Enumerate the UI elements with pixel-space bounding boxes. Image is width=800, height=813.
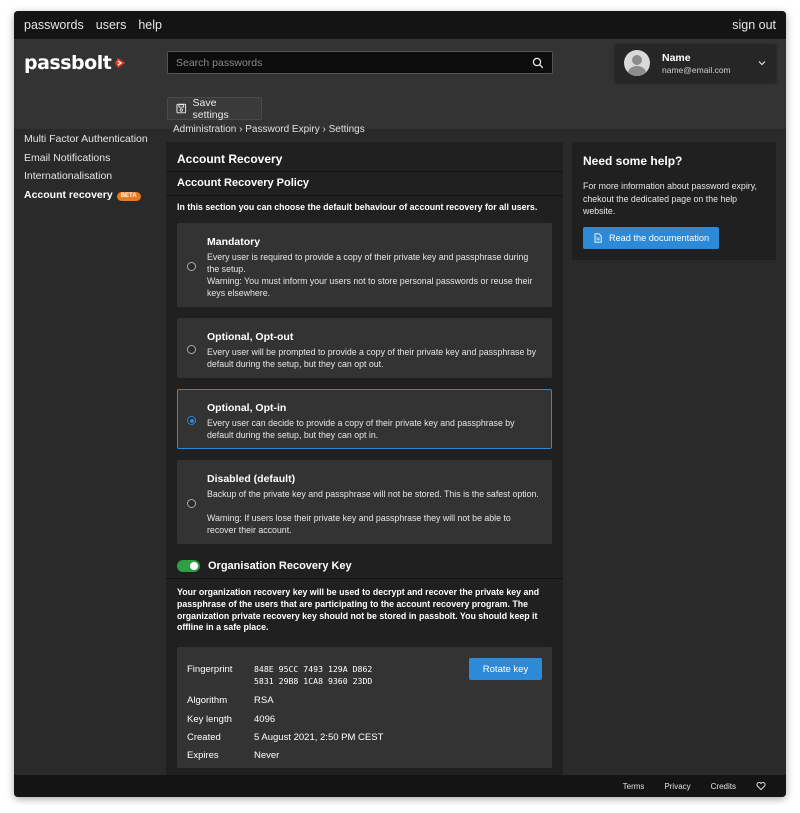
- chevron-down-icon[interactable]: [757, 58, 767, 68]
- option-description: Backup of the private key and passphrase…: [207, 489, 539, 499]
- sidebar-item-mfa[interactable]: Multi Factor Authentication: [24, 130, 164, 149]
- algorithm-value: RSA: [254, 695, 274, 706]
- option-warning: Warning: If users lose their private key…: [207, 513, 511, 535]
- option-mandatory[interactable]: Mandatory Every user is required to prov…: [177, 223, 552, 307]
- beta-badge: BETA: [116, 191, 141, 201]
- breadcrumb: Administration › Password Expiry › Setti…: [173, 124, 365, 135]
- help-title: Need some help?: [583, 154, 683, 168]
- footer-privacy-link[interactable]: Privacy: [664, 782, 690, 791]
- search-icon[interactable]: [532, 57, 544, 69]
- logo[interactable]: passbolt: [24, 52, 126, 74]
- save-settings-label: Save settings: [192, 96, 229, 121]
- read-documentation-button[interactable]: Read the documentation: [583, 227, 719, 249]
- policy-title: Account Recovery Policy: [177, 177, 310, 189]
- option-opt-out[interactable]: Optional, Opt-out Every user will be pro…: [177, 318, 552, 378]
- nav-users-link[interactable]: users: [96, 18, 127, 32]
- user-profile-dropdown[interactable]: Name name@email.com: [615, 44, 776, 82]
- admin-sidebar: Multi Factor Authentication Email Notifi…: [24, 130, 164, 204]
- nav-passwords-link[interactable]: passwords: [24, 18, 84, 32]
- page-title: Account Recovery: [177, 152, 283, 166]
- key-length-value: 4096: [254, 714, 276, 725]
- option-title: Disabled (default): [207, 473, 296, 485]
- save-settings-button[interactable]: Save settings: [167, 96, 262, 121]
- option-title: Optional, Opt-in: [207, 402, 287, 414]
- top-navigation: passwords users help sign out: [14, 11, 786, 39]
- radio-mandatory[interactable]: [187, 262, 196, 271]
- footer-terms-link[interactable]: Terms: [623, 782, 645, 791]
- policy-intro: In this section you can choose the defau…: [177, 202, 538, 212]
- search-input[interactable]: [176, 56, 532, 69]
- sidebar-item-internationalisation[interactable]: Internationalisation: [24, 167, 164, 186]
- option-title: Optional, Opt-out: [207, 331, 294, 343]
- footer: Terms Privacy Credits: [14, 775, 786, 797]
- option-opt-in[interactable]: Optional, Opt-in Every user can decide t…: [177, 389, 552, 449]
- radio-opt-out[interactable]: [187, 345, 196, 354]
- org-key-details: Fingerprint 848E 95CC 7493 129A D862 583…: [177, 647, 552, 768]
- account-recovery-panel: Account Recovery Account Recovery Policy…: [166, 142, 563, 775]
- fingerprint-label: Fingerprint: [187, 664, 233, 675]
- avatar: [624, 50, 650, 76]
- radio-opt-in[interactable]: [187, 416, 196, 425]
- radio-disabled[interactable]: [187, 499, 196, 508]
- help-text: For more information about password expi…: [583, 181, 757, 217]
- app-window: passwords users help sign out passbolt S…: [14, 11, 786, 797]
- document-icon: [594, 233, 602, 243]
- rotate-key-button[interactable]: Rotate key: [469, 658, 542, 680]
- key-length-label: Key length: [187, 714, 232, 725]
- algorithm-label: Algorithm: [187, 695, 228, 706]
- option-title: Mandatory: [207, 236, 261, 248]
- option-description: Every user is required to provide a copy…: [207, 252, 529, 274]
- header: passbolt Name name@email.com: [14, 39, 786, 129]
- created-label: Created: [187, 732, 221, 743]
- sidebar-item-label: Account recovery: [24, 188, 113, 201]
- divider: [166, 195, 563, 196]
- fingerprint-value-line2: 5831 29B8 1CA8 9360 23DD: [254, 676, 373, 686]
- read-documentation-label: Read the documentation: [608, 233, 710, 243]
- heart-icon[interactable]: [756, 781, 766, 791]
- search-bar: [167, 51, 553, 74]
- sign-out-link[interactable]: sign out: [732, 18, 776, 32]
- option-disabled[interactable]: Disabled (default) Backup of the private…: [177, 460, 552, 544]
- expires-label: Expires: [187, 750, 219, 761]
- help-panel: Need some help? For more information abo…: [572, 142, 776, 260]
- fingerprint-value-line1: 848E 95CC 7493 129A D862: [254, 664, 373, 674]
- option-description: Every user will be prompted to provide a…: [207, 347, 537, 369]
- option-warning: Warning: You must inform your users not …: [207, 276, 533, 298]
- profile-email: name@email.com: [662, 64, 731, 75]
- created-value: 5 August 2021, 2:50 PM CEST: [254, 732, 384, 743]
- save-icon: [176, 103, 187, 114]
- option-description: Every user can decide to provide a copy …: [207, 418, 515, 440]
- footer-credits-link[interactable]: Credits: [711, 782, 736, 791]
- org-recovery-key-row: Organisation Recovery Key: [177, 560, 352, 572]
- divider: [166, 578, 563, 579]
- org-recovery-key-title: Organisation Recovery Key: [208, 560, 352, 572]
- org-recovery-key-toggle[interactable]: [177, 560, 200, 572]
- logo-text: passbolt: [24, 52, 112, 74]
- org-recovery-key-description: Your organization recovery key will be u…: [177, 587, 540, 633]
- profile-name: Name: [662, 51, 691, 64]
- divider: [166, 171, 563, 172]
- sidebar-item-account-recovery[interactable]: Account recovery BETA: [24, 186, 164, 205]
- expires-value: Never: [254, 750, 280, 761]
- nav-help-link[interactable]: help: [138, 18, 162, 32]
- sidebar-item-email-notifications[interactable]: Email Notifications: [24, 149, 164, 168]
- passbolt-logo-icon: [115, 58, 126, 68]
